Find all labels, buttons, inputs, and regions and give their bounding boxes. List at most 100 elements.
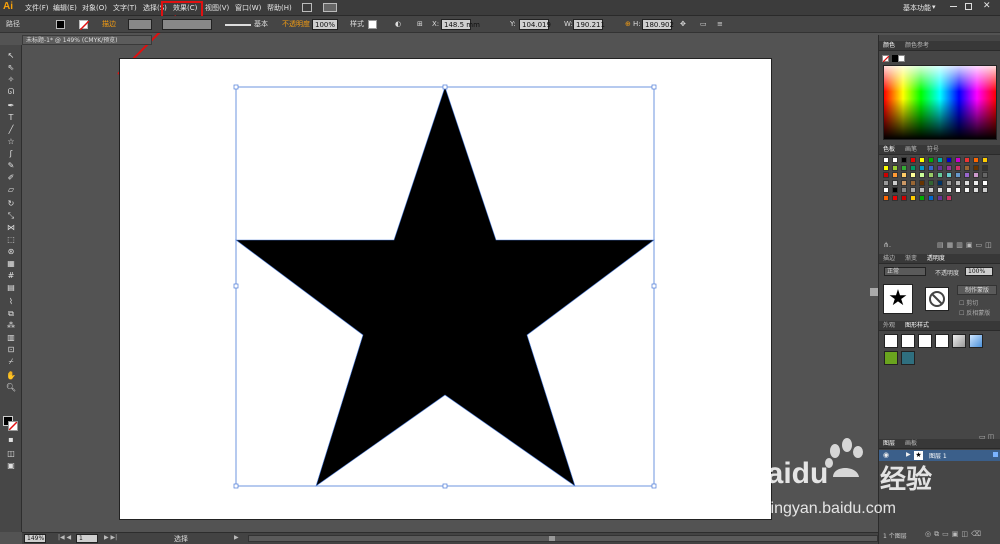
swatch-panel-buttons[interactable]: ▤▦▥▣▭◫ <box>937 241 995 249</box>
graphic-style-swatch[interactable] <box>368 20 377 29</box>
free-transform-tool-icon[interactable]: ⬚ <box>5 234 17 245</box>
swatch-chip[interactable] <box>892 164 898 171</box>
rotate-tool-icon[interactable]: ↻ <box>5 198 17 209</box>
swatch-chip[interactable] <box>928 179 934 186</box>
tab-transparency[interactable]: 透明度 <box>927 255 945 262</box>
swatch-chip[interactable] <box>883 179 889 186</box>
fill-swatch[interactable] <box>56 20 65 29</box>
swatch-chip[interactable] <box>901 172 907 178</box>
swatch-chip[interactable] <box>910 179 916 186</box>
horizontal-scrollbar[interactable] <box>248 535 878 542</box>
symbol-sprayer-tool-icon[interactable]: ⁂ <box>5 320 17 331</box>
x-field[interactable]: 148.5 mm <box>441 19 480 30</box>
swatch-chip[interactable] <box>919 172 925 178</box>
swatch-chip[interactable] <box>937 187 943 193</box>
lasso-tool-icon[interactable]: ᘏ <box>5 86 17 97</box>
direct-selection-tool-icon[interactable]: ⇖ <box>5 62 17 73</box>
eyedropper-tool-icon[interactable]: ⌇ <box>5 296 17 307</box>
swatch-chip[interactable] <box>973 164 979 171</box>
swatch-chip[interactable] <box>982 179 988 186</box>
menu-view[interactable]: 视图(V) <box>205 3 229 13</box>
swatch-chip[interactable] <box>937 157 943 163</box>
hand-tool-icon[interactable]: ✋ <box>5 370 17 381</box>
tab-stroke[interactable]: 描边 <box>883 255 895 262</box>
menu-help[interactable]: 帮助(H) <box>267 3 292 13</box>
opacity-label[interactable]: 不透明度 <box>282 19 310 30</box>
tab-color-guide[interactable]: 颜色参考 <box>905 42 929 49</box>
make-mask-button[interactable]: 制作蒙版 <box>957 285 997 295</box>
tab-swatches[interactable]: 色板 <box>883 146 895 153</box>
swatch-chip[interactable] <box>892 157 898 163</box>
stroke-swatch-none[interactable] <box>79 20 89 30</box>
workspace-dropdown-icon[interactable]: ▾ <box>932 3 936 11</box>
tab-gradient[interactable]: 渐变 <box>905 255 917 262</box>
swatch-chip[interactable] <box>919 194 925 201</box>
swatch-chip[interactable] <box>964 164 970 171</box>
none-color-icon[interactable] <box>882 55 889 62</box>
document-tab[interactable]: 未标题-1* @ 149% (CMYK/预览) <box>22 35 152 45</box>
swatch-chip[interactable] <box>982 164 988 171</box>
swatch-chip[interactable] <box>919 179 925 186</box>
gradient-tool-icon[interactable]: ▤ <box>5 282 17 293</box>
minimize-icon[interactable] <box>950 6 957 7</box>
graphic-styles-grid[interactable] <box>884 334 998 368</box>
constrain-proportions-icon[interactable]: ⊕ <box>625 19 631 30</box>
panel-menu-icon[interactable]: ≡ <box>717 19 723 30</box>
isolate-icon[interactable]: ▭ <box>700 19 707 30</box>
swatch-chip[interactable] <box>937 172 943 178</box>
magic-wand-tool-icon[interactable]: ✧ <box>5 74 17 85</box>
swatch-chip[interactable] <box>973 172 979 178</box>
close-icon[interactable]: ✕ <box>983 1 991 11</box>
swatch-chip[interactable] <box>928 187 934 193</box>
swatch-chip[interactable] <box>910 157 916 163</box>
star-tool-icon[interactable]: ☆ <box>5 136 17 147</box>
swatch-grid[interactable] <box>883 157 997 202</box>
swatch-chip[interactable] <box>982 157 988 163</box>
pen-tool-icon[interactable]: ✒ <box>5 100 17 111</box>
reference-point-icon[interactable]: ⊞ <box>417 19 423 30</box>
swatch-chip[interactable] <box>946 172 952 178</box>
swatch-chip[interactable] <box>982 187 988 193</box>
maximize-icon[interactable] <box>965 3 972 10</box>
bridge-icon[interactable] <box>302 3 312 12</box>
swatch-chip[interactable] <box>892 194 898 201</box>
swatch-chip[interactable] <box>901 187 907 193</box>
eraser-tool-icon[interactable]: ▱ <box>5 184 17 195</box>
stroke-weight-field[interactable] <box>128 19 152 30</box>
swatch-chip[interactable] <box>955 187 961 193</box>
swatch-chip[interactable] <box>946 187 952 193</box>
arrange-documents-icon[interactable] <box>323 3 337 12</box>
transparency-opacity-field[interactable]: 100% <box>965 267 993 276</box>
line-tool-icon[interactable]: ╱ <box>5 124 17 135</box>
swatch-chip[interactable] <box>928 157 934 163</box>
menu-window[interactable]: 窗口(W) <box>235 3 261 13</box>
artboard-tool-icon[interactable]: ⊡ <box>5 344 17 355</box>
swatch-chip[interactable] <box>964 179 970 186</box>
swatch-chip[interactable] <box>910 172 916 178</box>
tab-symbols[interactable]: 符号 <box>927 146 939 153</box>
swatch-chip[interactable] <box>883 187 889 193</box>
swatch-chip[interactable] <box>955 164 961 171</box>
perspective-grid-tool-icon[interactable]: ▦ <box>5 258 17 269</box>
w-field[interactable]: 190.211 <box>573 19 605 30</box>
swatch-chip[interactable] <box>901 164 907 171</box>
swatch-library-icon[interactable]: ⋔. <box>883 241 891 249</box>
swatch-chip[interactable] <box>883 172 889 178</box>
page-field[interactable]: 1 <box>76 534 98 543</box>
swatch-chip[interactable] <box>946 157 952 163</box>
swatch-chip[interactable] <box>928 194 934 201</box>
swatch-chip[interactable] <box>919 164 925 171</box>
swatch-chip[interactable] <box>901 157 907 163</box>
slice-tool-icon[interactable]: ⌿ <box>5 356 17 367</box>
swatch-chip[interactable] <box>964 187 970 193</box>
tab-brushes[interactable]: 画笔 <box>905 146 917 153</box>
swatch-chip[interactable] <box>937 179 943 186</box>
collapsed-panel-icon[interactable] <box>870 288 878 296</box>
mesh-tool-icon[interactable]: # <box>5 270 17 281</box>
swatch-chip[interactable] <box>892 179 898 186</box>
swatch-chip[interactable] <box>946 179 952 186</box>
paintbrush-tool-icon[interactable]: ʃ <box>5 148 17 159</box>
blend-mode-select[interactable]: 正常 <box>884 267 926 276</box>
swatch-chip[interactable] <box>973 157 979 163</box>
swatch-chip[interactable] <box>964 172 970 178</box>
